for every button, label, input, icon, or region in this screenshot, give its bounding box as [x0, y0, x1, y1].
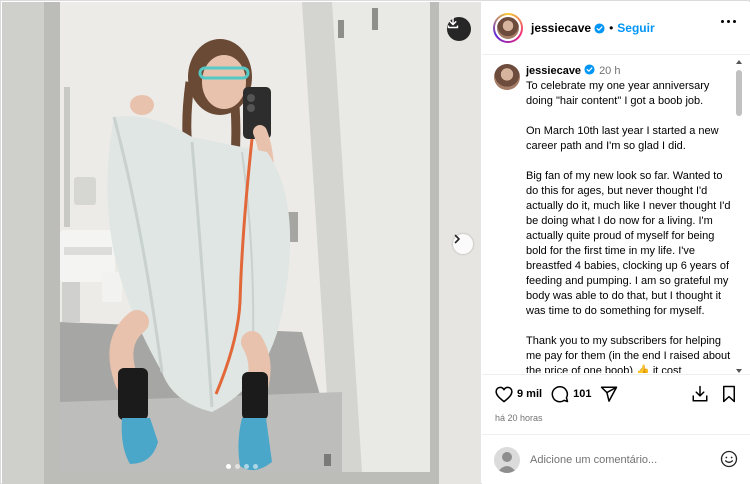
download-button[interactable]	[447, 17, 471, 41]
download-icon[interactable]	[691, 385, 709, 403]
separator-dot: •	[609, 21, 614, 35]
comment-icon[interactable]	[551, 385, 569, 403]
carousel-dot[interactable]	[225, 464, 231, 469]
avatar[interactable]	[493, 13, 523, 43]
avatar	[494, 446, 520, 473]
caption-time[interactable]: 20 h	[599, 65, 620, 77]
caption-avatar[interactable]	[494, 64, 520, 90]
post-side-panel: jessiecave • Seguir jessiecave 20 h To ce…	[482, 2, 750, 484]
chevron-right-icon	[454, 234, 460, 244]
avatar-image	[495, 15, 521, 41]
more-options-icon[interactable]	[721, 20, 736, 23]
post-photo	[2, 2, 481, 484]
post-timestamp[interactable]: há 20 horas	[495, 413, 543, 423]
default-user-icon	[497, 451, 517, 473]
scroll-down-arrow[interactable]	[736, 369, 742, 373]
follow-button[interactable]: Seguir	[617, 21, 654, 35]
caption-username[interactable]: jessiecave	[526, 65, 581, 77]
comments-section[interactable]: jessiecave 20 h To celebrate my one year …	[482, 56, 750, 373]
carousel-indicator	[2, 464, 481, 469]
post-modal: jessiecave • Seguir jessiecave 20 h To ce…	[0, 0, 750, 484]
scroll-up-arrow[interactable]	[736, 60, 742, 64]
likes-count[interactable]: 9 mil	[517, 388, 542, 400]
post-media[interactable]	[2, 2, 481, 484]
scroll-thumb[interactable]	[736, 70, 742, 116]
comment-input[interactable]	[530, 453, 710, 466]
carousel-dot[interactable]	[234, 464, 240, 469]
carousel-next-button[interactable]	[453, 234, 473, 254]
verified-badge-icon	[594, 22, 605, 34]
comments-count[interactable]: 101	[573, 388, 591, 400]
username-link[interactable]: jessiecave	[531, 21, 591, 35]
caption-paragraph: To celebrate my one year anniversary doi…	[526, 80, 710, 107]
post-actions: 9 mil 101 há 20 horas	[482, 374, 750, 434]
verified-badge-icon	[584, 64, 595, 75]
caption-paragraph: Thank you to my subscribers for helping …	[526, 335, 731, 373]
send-icon[interactable]	[600, 385, 618, 403]
caption-paragraph: Big fan of my new look so far. Wanted to…	[526, 170, 731, 317]
caption-paragraph: On March 10th last year I started a new …	[526, 125, 719, 152]
add-comment-bar	[482, 434, 750, 484]
heart-icon[interactable]	[495, 386, 513, 403]
caption-text: jessiecave 20 h To celebrate my one year …	[526, 64, 734, 373]
emoji-icon[interactable]	[720, 450, 738, 468]
comments-scrollbar[interactable]	[734, 60, 744, 373]
carousel-dot[interactable]	[243, 464, 249, 469]
post-header: jessiecave • Seguir	[482, 2, 750, 55]
bookmark-icon[interactable]	[721, 385, 737, 403]
download-icon	[447, 17, 459, 29]
carousel-dot[interactable]	[252, 464, 258, 469]
